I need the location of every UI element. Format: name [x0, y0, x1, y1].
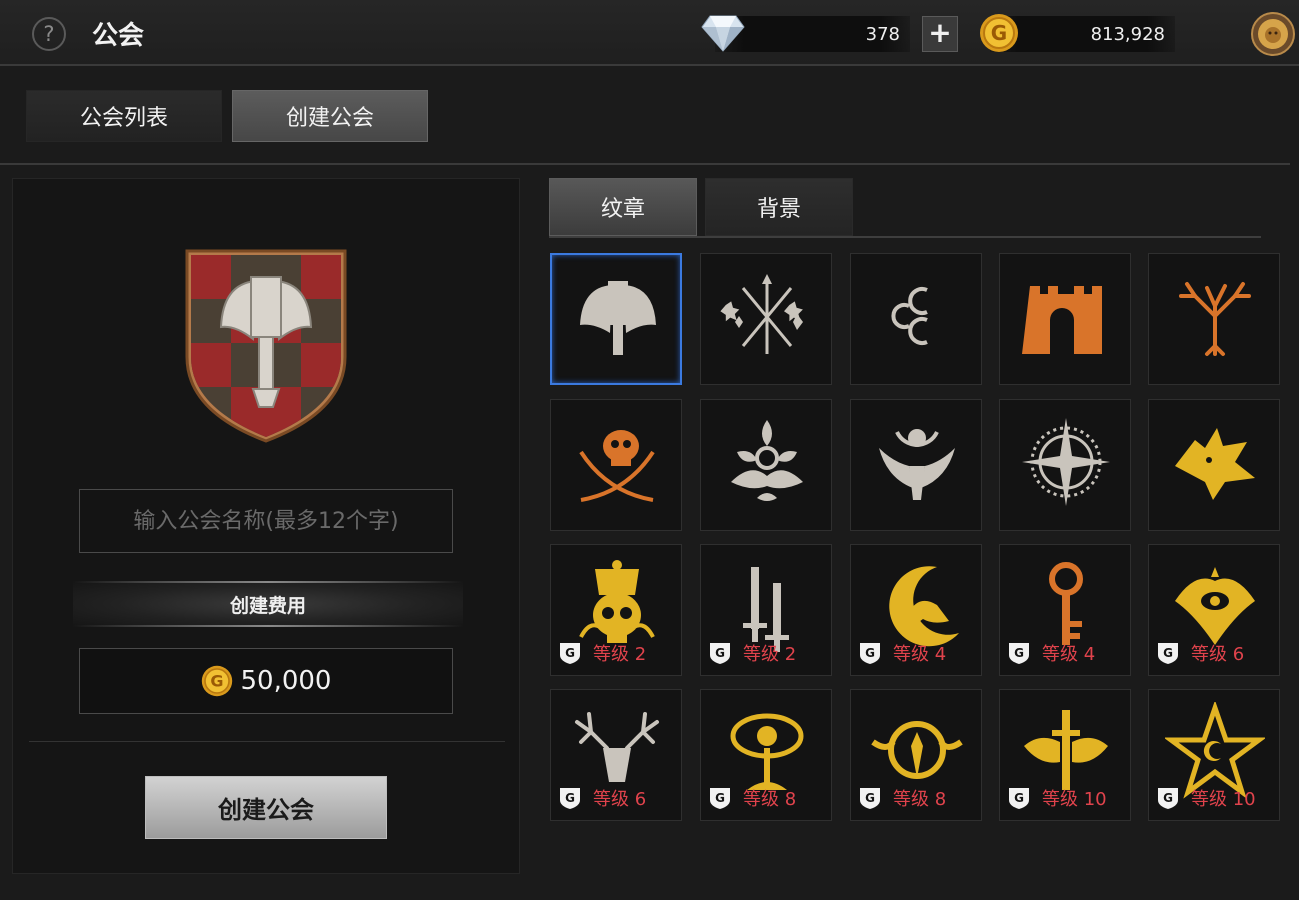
divider: [549, 236, 1261, 238]
svg-text:G: G: [865, 646, 875, 660]
create-guild-button[interactable]: 创建公会: [145, 776, 387, 839]
gold-coin-icon: G: [201, 665, 232, 697]
guild-level-g-icon: G: [860, 788, 880, 809]
create-guild-panel: 创建费用 G 50,000 创建公会: [12, 178, 520, 874]
creation-fee-box: G 50,000: [79, 648, 453, 714]
level-requirement: G 等级 8: [857, 786, 946, 810]
guild-level-g-icon: G: [1009, 643, 1029, 664]
emblem-pentagram-moon[interactable]: G 等级 10: [1148, 689, 1280, 821]
tree-icon: [1179, 282, 1251, 356]
level-requirement: G 等级 4: [857, 641, 946, 665]
level-requirement-label: 等级 10: [1191, 789, 1256, 810]
guild-level-g-icon: G: [1009, 788, 1029, 809]
emblem-crowned-skull[interactable]: G 等级 2: [550, 544, 682, 676]
emblem-ring-wings[interactable]: G 等级 8: [850, 689, 982, 821]
svg-text:G: G: [715, 791, 725, 805]
emblem-compass-star[interactable]: [999, 399, 1131, 531]
tab-create-guild[interactable]: 创建公会: [232, 90, 428, 142]
level-requirement-label: 等级 6: [593, 789, 647, 810]
emblem-wolf-head[interactable]: [1148, 399, 1280, 531]
guild-level-g-icon: G: [860, 643, 880, 664]
level-requirement: G 等级 6: [557, 786, 646, 810]
level-requirement-label: 等级 2: [743, 644, 797, 665]
guild-level-g-icon: G: [710, 788, 730, 809]
emblem-crescents[interactable]: [850, 253, 982, 385]
level-requirement-label: 等级 8: [743, 789, 797, 810]
axe-icon: [580, 281, 656, 355]
gold-coin-icon: G: [980, 14, 1018, 52]
emblem-eye-ornament[interactable]: G 等级 6: [1148, 544, 1280, 676]
svg-text:G: G: [565, 646, 575, 660]
emblem-swords[interactable]: G 等级 2: [700, 544, 832, 676]
level-requirement: G 等级 2: [707, 641, 796, 665]
wolf-head-icon: [1175, 428, 1255, 500]
arrows-stars-icon: [720, 274, 803, 354]
divider: [29, 741, 505, 742]
svg-text:G: G: [1163, 646, 1173, 660]
lion-badge-icon[interactable]: [1251, 12, 1295, 56]
skull-swords-icon: [579, 430, 655, 502]
level-requirement-label: 等级 8: [893, 789, 947, 810]
emblem-flourish[interactable]: [700, 399, 832, 531]
emblem-winged-sword[interactable]: G 等级 10: [999, 689, 1131, 821]
emblem-castle-gate[interactable]: [999, 253, 1131, 385]
guild-name-input[interactable]: [79, 489, 453, 553]
creation-fee-label: 创建费用: [73, 581, 463, 627]
crescents-icon: [891, 287, 928, 345]
svg-text:G: G: [565, 791, 575, 805]
level-requirement: G 等级 10: [1006, 786, 1107, 810]
level-requirement-label: 等级 10: [1042, 789, 1107, 810]
crest-preview-shield-icon: [185, 249, 347, 443]
emblem-phoenix[interactable]: [850, 399, 982, 531]
emblem-tree[interactable]: [1148, 253, 1280, 385]
svg-text:G: G: [1163, 791, 1173, 805]
creation-fee-amount: 50,000: [240, 666, 332, 696]
divider: [0, 163, 1290, 165]
guild-level-g-icon: G: [560, 643, 580, 664]
emblem-skull-swords[interactable]: [550, 399, 682, 531]
emblem-arrows-stars[interactable]: [700, 253, 832, 385]
level-requirement: G 等级 2: [557, 641, 646, 665]
svg-text:G: G: [865, 791, 875, 805]
guild-level-g-icon: G: [1158, 643, 1178, 664]
emblem-golden-tree[interactable]: G 等级 8: [700, 689, 832, 821]
emblem-crescent-raven[interactable]: G 等级 4: [850, 544, 982, 676]
level-requirement-label: 等级 6: [1191, 644, 1245, 665]
level-requirement: G 等级 4: [1006, 641, 1095, 665]
guild-level-g-icon: G: [1158, 788, 1178, 809]
gold-count: 813,928: [1090, 23, 1165, 45]
tab-emblem[interactable]: 纹章: [549, 178, 697, 236]
page-title: 公会: [92, 21, 145, 51]
svg-text:G: G: [1014, 646, 1024, 660]
guild-level-g-icon: G: [710, 643, 730, 664]
level-requirement-label: 等级 4: [1042, 644, 1096, 665]
add-gems-button[interactable]: +: [922, 16, 958, 52]
diamond-icon: [701, 15, 745, 52]
flourish-icon: [731, 420, 803, 501]
help-question-icon[interactable]: ?: [32, 17, 66, 51]
top-bar: ? 公会 378 + 813,928 G: [0, 0, 1299, 66]
phoenix-icon: [879, 429, 955, 500]
emblem-axe[interactable]: [550, 253, 682, 385]
tab-guild-list[interactable]: 公会列表: [26, 90, 222, 142]
level-requirement: G 等级 6: [1155, 641, 1244, 665]
castle-gate-icon: [1022, 286, 1102, 354]
tab-background[interactable]: 背景: [705, 178, 853, 236]
svg-text:G: G: [210, 672, 223, 691]
svg-text:G: G: [991, 21, 1007, 45]
level-requirement-label: 等级 4: [893, 644, 947, 665]
level-requirement: G 等级 10: [1155, 786, 1256, 810]
svg-text:G: G: [1014, 791, 1024, 805]
compass-star-icon: [1022, 418, 1110, 506]
svg-text:G: G: [715, 646, 725, 660]
emblem-key[interactable]: G 等级 4: [999, 544, 1131, 676]
emblem-stag-head[interactable]: G 等级 6: [550, 689, 682, 821]
level-requirement: G 等级 8: [707, 786, 796, 810]
gem-count: 378: [865, 23, 900, 45]
level-requirement-label: 等级 2: [593, 644, 647, 665]
guild-level-g-icon: G: [560, 788, 580, 809]
